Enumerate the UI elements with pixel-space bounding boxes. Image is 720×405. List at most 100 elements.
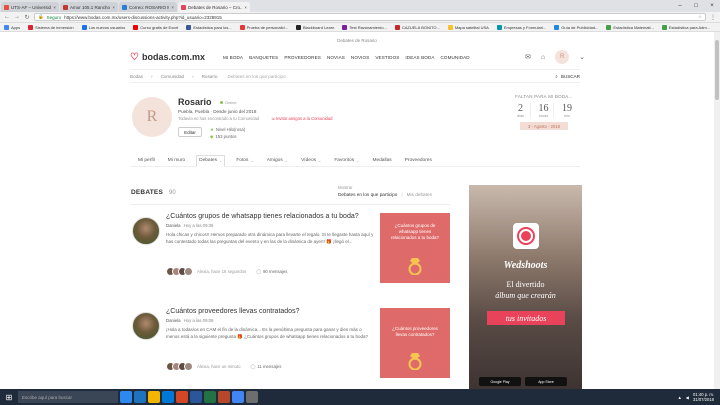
author-avatar[interactable] xyxy=(132,312,160,340)
forward-icon[interactable]: → xyxy=(14,14,20,20)
browser-tab-1[interactable]: UTS-AF – Universidad de...× xyxy=(1,2,59,12)
post-thumbnail[interactable]: ¿Cuántos grupos de whatsapp tienes relac… xyxy=(380,213,450,283)
nav-novias[interactable]: NOVIAS xyxy=(327,55,345,60)
profile-avatar[interactable]: R xyxy=(132,97,172,137)
bookmark-item[interactable]: Sistema de inmersión xyxy=(28,24,74,30)
bookmark-item[interactable]: Estadística para Adm... xyxy=(661,24,710,30)
browser-tab-2[interactable]: Amor 105.1 Rancho... × xyxy=(60,2,118,12)
nav-novios[interactable]: NOVIOS xyxy=(351,55,369,60)
search-input[interactable]: Debates en los que participo xyxy=(227,74,285,79)
volume-icon[interactable]: ◀ xyxy=(686,395,689,400)
close-icon[interactable]: × xyxy=(53,5,56,10)
wedshoots-ad[interactable]: Wedshoots El divertido álbum que crearán… xyxy=(469,185,582,389)
bookmark-item[interactable]: Test Razonamiento... xyxy=(342,24,387,30)
filter-participating[interactable]: Debates en los que participo xyxy=(338,192,397,197)
ad-headline: El divertido xyxy=(506,280,545,289)
tab-medallas[interactable]: Medallas xyxy=(370,155,393,167)
close-icon[interactable]: × xyxy=(244,5,247,10)
replies-count[interactable]: ◯ 90 mensajes xyxy=(256,269,287,275)
user-avatar[interactable]: R xyxy=(555,50,570,64)
task-view-icon[interactable] xyxy=(120,391,132,403)
browser-tab-active[interactable]: Debates de Rosario – Cro... × xyxy=(178,2,250,12)
bookmark-item[interactable]: Guía de Publicidad... xyxy=(554,24,598,30)
search-button-label: BUSCAR xyxy=(560,73,580,79)
countdown-minutes: 19 min xyxy=(562,103,572,118)
online-text: Online xyxy=(225,100,237,105)
chevron-down-icon: ⌄ xyxy=(250,158,254,163)
edge-icon[interactable] xyxy=(134,391,146,403)
tab-proveedores[interactable]: Proveedores xyxy=(403,155,434,167)
bookmark-icon xyxy=(133,24,139,30)
bookmark-item[interactable]: Prueba de personalid... xyxy=(239,24,288,30)
nav-vestidos[interactable]: VESTIDOS xyxy=(375,55,399,60)
bookmark-star-icon[interactable]: ☆ xyxy=(698,14,702,20)
app-store-badge[interactable]: App Store xyxy=(525,377,567,386)
close-icon[interactable]: × xyxy=(171,5,174,10)
notifications-icon[interactable]: ⌂ xyxy=(541,54,545,61)
close-icon[interactable]: × xyxy=(112,5,115,10)
profile-wedding-row: Todavía no has encontrado a tu Comunidad… xyxy=(178,116,333,121)
excel-icon[interactable] xyxy=(204,391,216,403)
windows-start-icon[interactable]: ⊞ xyxy=(2,390,16,404)
reload-icon[interactable]: ↻ xyxy=(24,14,30,21)
bookmark-item[interactable]: Curso gratis de Excel xyxy=(133,24,178,30)
tab-mi-muro[interactable]: Mi muro xyxy=(166,155,187,167)
clock[interactable]: 01:40 p. m. 31/07/2018 xyxy=(693,392,714,402)
tab-favoritos[interactable]: Favoritos ⌄ xyxy=(332,155,361,167)
bookmark-item[interactable]: Apps xyxy=(4,24,20,30)
tab-amigos[interactable]: Amigos ⌄ xyxy=(265,155,290,167)
edit-profile-button[interactable]: Editar xyxy=(178,127,202,137)
scrollbar-thumb[interactable] xyxy=(715,40,719,100)
bookmark-item[interactable]: Estadística Matemati... xyxy=(606,24,654,30)
menu-icon[interactable]: ⋮ xyxy=(710,14,716,21)
bookmark-item[interactable]: Estadística para los... xyxy=(186,24,232,30)
tab-debates[interactable]: Debates ⌄ xyxy=(196,154,226,167)
network-icon[interactable]: ▲ xyxy=(678,395,682,400)
post-author[interactable]: Daniela xyxy=(166,223,181,228)
post-author[interactable]: Daniela xyxy=(166,318,181,323)
bookmark-item[interactable]: CAZUELA BONITO... xyxy=(394,24,440,30)
post-title[interactable]: ¿Cuántos proveedores llevas contratados? xyxy=(166,308,376,315)
tab-videos[interactable]: Vídeos ⌄ xyxy=(299,155,323,167)
close-window-icon[interactable]: × xyxy=(704,0,720,12)
app-icon[interactable] xyxy=(246,391,258,403)
post-title[interactable]: ¿Cuántos grupos de whatsapp tienes relac… xyxy=(166,213,376,220)
tab-fotos[interactable]: Fotos ⌄ xyxy=(234,155,255,167)
tab-mi-perfil[interactable]: Mi perfil xyxy=(136,155,157,167)
nav-comunidad[interactable]: COMUNIDAD xyxy=(441,55,470,60)
url-field[interactable]: 🔒 Seguro https://www.bodas.com.mx/users-… xyxy=(34,13,706,21)
minimize-icon[interactable]: – xyxy=(672,0,688,12)
browser-tab-3[interactable]: Correo: ROSARIO MART...× xyxy=(119,2,177,12)
breadcrumb-item[interactable]: Bodas xyxy=(130,74,143,79)
taskbar-search[interactable]: Escribe aquí para buscar xyxy=(18,391,118,403)
nav-banquetes[interactable]: BANQUETES xyxy=(249,55,278,60)
bookmark-item[interactable]: Blackboard Learn xyxy=(295,24,334,30)
post-thumbnail[interactable]: ¿Cuántos proveedores llevas contratados? xyxy=(380,308,450,378)
invite-link[interactable]: ⇲ Invitar amigos a la Comunidad xyxy=(271,116,332,121)
breadcrumb-item[interactable]: Comunidad xyxy=(161,74,185,79)
nav-proveedores[interactable]: PROVEEDORES xyxy=(284,55,321,60)
office-icon[interactable] xyxy=(176,391,188,403)
search-button[interactable]: ⌕ BUSCAR xyxy=(555,74,580,79)
google-play-badge[interactable]: Google Play xyxy=(479,377,521,386)
back-icon[interactable]: ← xyxy=(4,14,10,20)
mail-icon[interactable]: ✉ xyxy=(525,53,531,61)
file-explorer-icon[interactable] xyxy=(148,391,160,403)
powerpoint-icon[interactable] xyxy=(218,391,230,403)
chevron-down-icon[interactable]: ⌄ xyxy=(579,53,585,61)
bookmark-item[interactable]: Mapa satelital USA xyxy=(447,24,489,30)
author-avatar[interactable] xyxy=(132,217,160,245)
nav-ideas-boda[interactable]: IDEAS BODA xyxy=(405,55,434,60)
nav-mi-boda[interactable]: MI BODA xyxy=(223,55,243,60)
breadcrumb-item[interactable]: Rosario xyxy=(202,74,218,79)
bookmark-item[interactable]: Empresas y Formulari... xyxy=(496,24,546,30)
replies-count[interactable]: ◯ 11 mensajes xyxy=(250,364,281,370)
bookmark-icon xyxy=(28,24,34,30)
filter-my-debates[interactable]: Mis debates xyxy=(407,192,432,197)
word-icon[interactable] xyxy=(190,391,202,403)
bookmark-item[interactable]: Los nuevos usuarios xyxy=(81,24,125,30)
site-logo[interactable]: ♡ bodas.com.mx xyxy=(130,52,205,63)
chrome-icon[interactable] xyxy=(232,391,244,403)
store-icon[interactable] xyxy=(162,391,174,403)
maximize-icon[interactable]: □ xyxy=(688,0,704,12)
